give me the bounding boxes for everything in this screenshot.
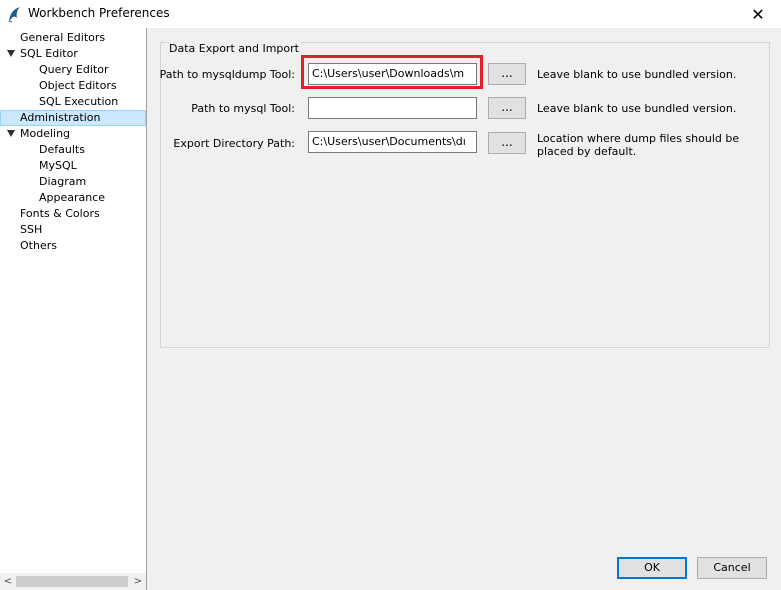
sidebar-item-defaults[interactable]: Defaults bbox=[0, 142, 140, 158]
close-button[interactable]: ✕ bbox=[735, 0, 781, 28]
sidebar-item-label: Object Editors bbox=[39, 79, 117, 92]
title-bar: Workbench Preferences ✕ bbox=[0, 0, 781, 28]
scroll-left-button[interactable]: < bbox=[1, 574, 15, 589]
window-title: Workbench Preferences bbox=[28, 6, 170, 20]
sidebar-item-ssh[interactable]: SSH bbox=[0, 222, 140, 238]
mysqldump-hint: Leave blank to use bundled version. bbox=[537, 68, 737, 81]
mysqldump-path-label: Path to mysqldump Tool: bbox=[159, 68, 295, 81]
sidebar-item-label: SSH bbox=[20, 223, 43, 236]
sidebar-item-mysql[interactable]: MySQL bbox=[0, 158, 140, 174]
sidebar-item-label: Others bbox=[20, 239, 57, 252]
sidebar-item-label: Administration bbox=[20, 111, 101, 124]
mysql-browse-button[interactable]: ... bbox=[488, 97, 526, 119]
expand-arrow-icon[interactable] bbox=[7, 130, 15, 137]
scrollbar-thumb[interactable] bbox=[16, 576, 128, 587]
data-export-import-group: Data Export and Import bbox=[160, 42, 770, 348]
preferences-tree: General Editors SQL Editor Query Editor Obj… bbox=[0, 28, 147, 590]
expand-arrow-icon[interactable] bbox=[7, 50, 15, 57]
sidebar-item-fonts-colors[interactable]: Fonts & Colors bbox=[0, 206, 140, 222]
mysql-workbench-icon bbox=[8, 7, 20, 23]
sidebar-item-general-editors[interactable]: General Editors bbox=[0, 30, 140, 46]
sidebar-item-label: General Editors bbox=[20, 31, 106, 44]
mysql-hint: Leave blank to use bundled version. bbox=[537, 102, 737, 115]
sidebar-item-others[interactable]: Others bbox=[0, 238, 140, 254]
sidebar-item-label: MySQL bbox=[39, 159, 77, 172]
export-directory-browse-button[interactable]: ... bbox=[488, 132, 526, 154]
sidebar-item-diagram[interactable]: Diagram bbox=[0, 174, 140, 190]
sidebar-item-label: Modeling bbox=[20, 127, 71, 140]
sidebar-item-modeling[interactable]: Modeling bbox=[0, 126, 140, 142]
sidebar-item-object-editors[interactable]: Object Editors bbox=[0, 78, 140, 94]
cancel-button[interactable]: Cancel bbox=[697, 557, 767, 579]
sidebar-item-label: Defaults bbox=[39, 143, 85, 156]
sidebar-item-label: Appearance bbox=[39, 191, 106, 204]
close-icon: ✕ bbox=[751, 4, 765, 24]
ok-button[interactable]: OK bbox=[617, 557, 687, 579]
sidebar-item-query-editor[interactable]: Query Editor bbox=[0, 62, 140, 78]
sidebar-item-appearance[interactable]: Appearance bbox=[0, 190, 140, 206]
sidebar-item-sql-execution[interactable]: SQL Execution bbox=[0, 94, 140, 110]
horizontal-scrollbar[interactable]: < > bbox=[0, 573, 146, 590]
mysqldump-browse-button[interactable]: ... bbox=[488, 63, 526, 85]
export-directory-label: Export Directory Path: bbox=[173, 137, 295, 150]
export-directory-field[interactable]: C:\Users\user\Documents\dı bbox=[308, 131, 477, 153]
sidebar-item-label: Diagram bbox=[39, 175, 87, 188]
export-directory-hint: Location where dump files should be plac… bbox=[537, 132, 740, 158]
sidebar-item-sql-editor[interactable]: SQL Editor bbox=[0, 46, 140, 62]
sidebar-item-administration[interactable]: Administration bbox=[0, 110, 146, 126]
mysql-path-label: Path to mysql Tool: bbox=[191, 102, 295, 115]
mysqldump-path-field[interactable]: C:\Users\user\Downloads\m bbox=[308, 63, 477, 85]
sidebar-item-label: Query Editor bbox=[39, 63, 109, 76]
scroll-right-button[interactable]: > bbox=[131, 574, 145, 589]
mysql-path-field[interactable] bbox=[308, 97, 477, 119]
sidebar-item-label: Fonts & Colors bbox=[20, 207, 100, 220]
sidebar-item-label: SQL Editor bbox=[20, 47, 78, 60]
group-title: Data Export and Import bbox=[167, 42, 301, 55]
sidebar-item-label: SQL Execution bbox=[39, 95, 119, 108]
